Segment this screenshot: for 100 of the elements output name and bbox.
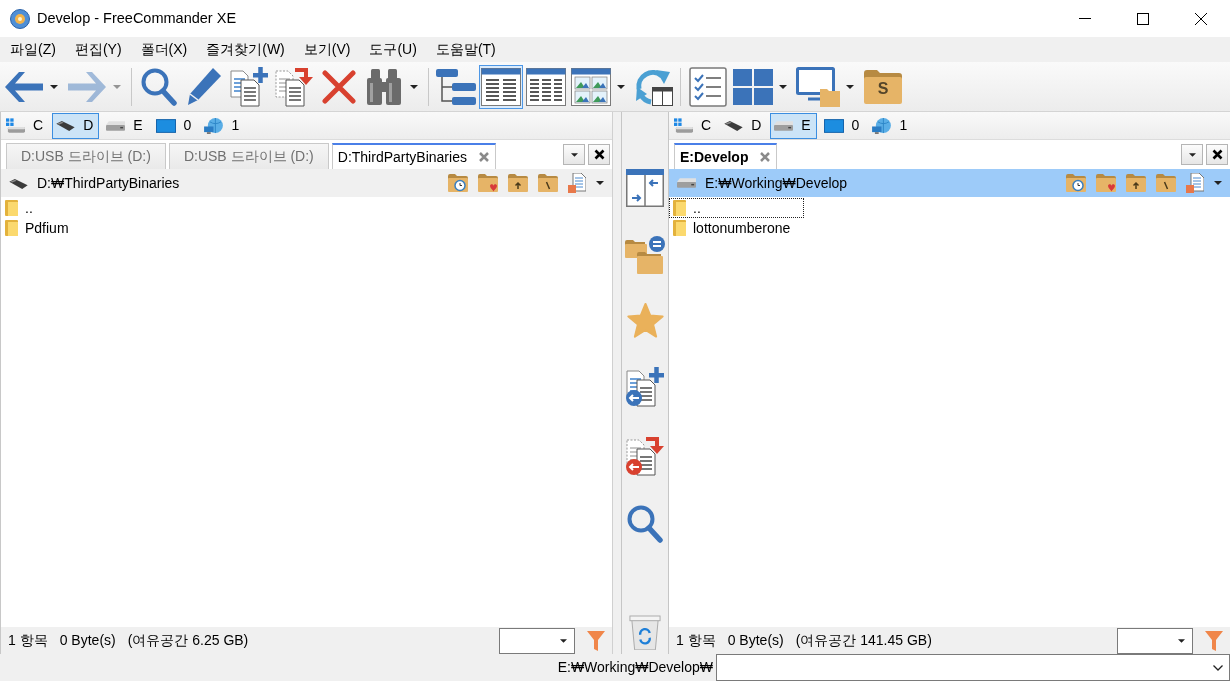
copy-left-icon[interactable]: [626, 367, 664, 407]
chevron-down-icon[interactable]: [1213, 664, 1223, 671]
star-icon[interactable]: [626, 303, 664, 338]
tab-list-button[interactable]: [1181, 144, 1203, 165]
drive-button[interactable]: E: [770, 112, 817, 139]
menu-item[interactable]: 편집(Y): [65, 37, 131, 62]
folder-root-icon[interactable]: [538, 174, 558, 192]
flat-drive-icon: [9, 177, 28, 189]
monitor-icon: [823, 118, 844, 133]
drive-button[interactable]: D: [720, 112, 768, 139]
search-icon[interactable]: [627, 505, 663, 543]
folder-clock-icon[interactable]: [1066, 174, 1086, 192]
folder-item[interactable]: Pdfium: [1, 218, 136, 238]
status-text: 0 Byte(s): [727, 632, 784, 649]
checklist-icon: [689, 66, 727, 107]
caret-icon: [410, 84, 418, 89]
folder-up-icon[interactable]: [508, 174, 528, 192]
folder-root-icon[interactable]: [1156, 174, 1176, 192]
monitor-icon: [155, 118, 176, 133]
filter-icon[interactable]: [1205, 630, 1223, 651]
panel-tab[interactable]: D:USB 드라이브 (D:): [168, 143, 329, 169]
thumbnails-view-icon: [571, 67, 611, 106]
drive-button[interactable]: 1: [868, 112, 914, 139]
menu-item[interactable]: 도구(U): [360, 37, 426, 62]
caret-icon: [846, 84, 854, 89]
caret-icon: [570, 152, 578, 157]
drive-button[interactable]: C: [670, 112, 718, 139]
caret-icon[interactable]: [596, 181, 604, 185]
path-text: D:₩ThirdPartyBinaries: [37, 174, 180, 192]
compare-folders-icon[interactable]: [625, 236, 665, 274]
copy-button[interactable]: [227, 64, 271, 109]
caret-icon: [560, 638, 567, 643]
drive-button[interactable]: 0: [819, 112, 866, 139]
close-tab-button[interactable]: [1206, 144, 1228, 165]
drive-button[interactable]: C: [2, 112, 50, 139]
folder-button[interactable]: S: [861, 64, 905, 109]
panel-tab[interactable]: D:USB 드라이브 (D:): [6, 143, 166, 169]
copy-document-icon: [230, 66, 268, 107]
tab-list-button[interactable]: [563, 144, 585, 165]
swap-panels-icon[interactable]: [626, 169, 664, 207]
copy-icon[interactable]: [568, 173, 586, 193]
folder-item[interactable]: ..: [1, 198, 136, 218]
grid-icon: [733, 68, 773, 105]
flat-drive-icon: [56, 120, 76, 131]
drive-icon: [106, 120, 126, 131]
maximize-icon: [1137, 12, 1149, 25]
drive-button[interactable]: 0: [151, 112, 198, 139]
filter-icon[interactable]: [587, 630, 605, 651]
windows-drive-icon: [674, 118, 693, 133]
filter-combo[interactable]: [499, 627, 575, 654]
back-arrow-icon: [5, 71, 43, 102]
command-field[interactable]: [716, 654, 1230, 681]
filter-combo[interactable]: [1117, 627, 1193, 654]
window-title: Develop - FreeCommander XE: [37, 9, 237, 28]
details-view-button[interactable]: [479, 64, 523, 109]
panel-tab[interactable]: E:Develop: [674, 143, 778, 169]
drive-icon: [774, 120, 794, 131]
move-left-icon[interactable]: [626, 436, 664, 476]
network-globe-icon: [872, 117, 892, 134]
recycle-bin-icon[interactable]: [629, 614, 661, 650]
menu-item[interactable]: 파일(Z): [1, 37, 65, 62]
minimize-icon: [1079, 18, 1091, 19]
caret-icon: [779, 84, 787, 89]
drive-button[interactable]: D: [52, 112, 100, 139]
sync-icon: [635, 67, 673, 106]
folder-item[interactable]: ..: [669, 198, 804, 218]
folder-icon: [864, 69, 902, 104]
folder-icon: [673, 200, 686, 216]
folder-up-icon[interactable]: [1126, 174, 1146, 192]
folder-heart-icon[interactable]: [1096, 174, 1116, 192]
caret-icon: [50, 84, 58, 89]
tab-close-icon[interactable]: [478, 152, 489, 162]
folder-clock-icon[interactable]: [448, 174, 468, 192]
binoculars-icon: [366, 68, 402, 105]
status-text: 1 항목: [676, 632, 716, 649]
folder-heart-icon[interactable]: [478, 174, 498, 192]
network-globe-icon: [204, 117, 224, 134]
copy-icon[interactable]: [1186, 173, 1204, 193]
checklist-button[interactable]: [686, 64, 730, 109]
list-view-icon: [526, 67, 566, 106]
tab-close-icon[interactable]: [760, 152, 771, 162]
drive-button[interactable]: E: [102, 112, 149, 139]
close-tab-button[interactable]: [588, 144, 610, 165]
folder-icon: [5, 200, 18, 216]
desktop-button[interactable]: [794, 64, 842, 109]
folder-item[interactable]: lottonumberone: [669, 218, 804, 238]
caret-icon: [1188, 152, 1196, 157]
caret-icon: [617, 84, 625, 89]
status-text: (여유공간 141.45 GB): [795, 632, 932, 649]
menu-item[interactable]: 보기(V): [294, 37, 360, 62]
menu-item[interactable]: 도움말(T): [426, 37, 505, 62]
command-path: E:₩Working₩Develop₩: [556, 658, 714, 677]
menu-item[interactable]: 즐겨찾기(W): [197, 37, 294, 62]
panel-tab[interactable]: D:ThirdPartyBinaries: [331, 143, 496, 169]
caret-icon[interactable]: [1214, 181, 1222, 185]
pencil-icon: [187, 67, 221, 106]
drive-icon: [677, 178, 696, 188]
folder-icon: [5, 220, 18, 236]
menu-item[interactable]: 폴더(X): [131, 37, 197, 62]
drive-button[interactable]: 1: [200, 112, 246, 139]
